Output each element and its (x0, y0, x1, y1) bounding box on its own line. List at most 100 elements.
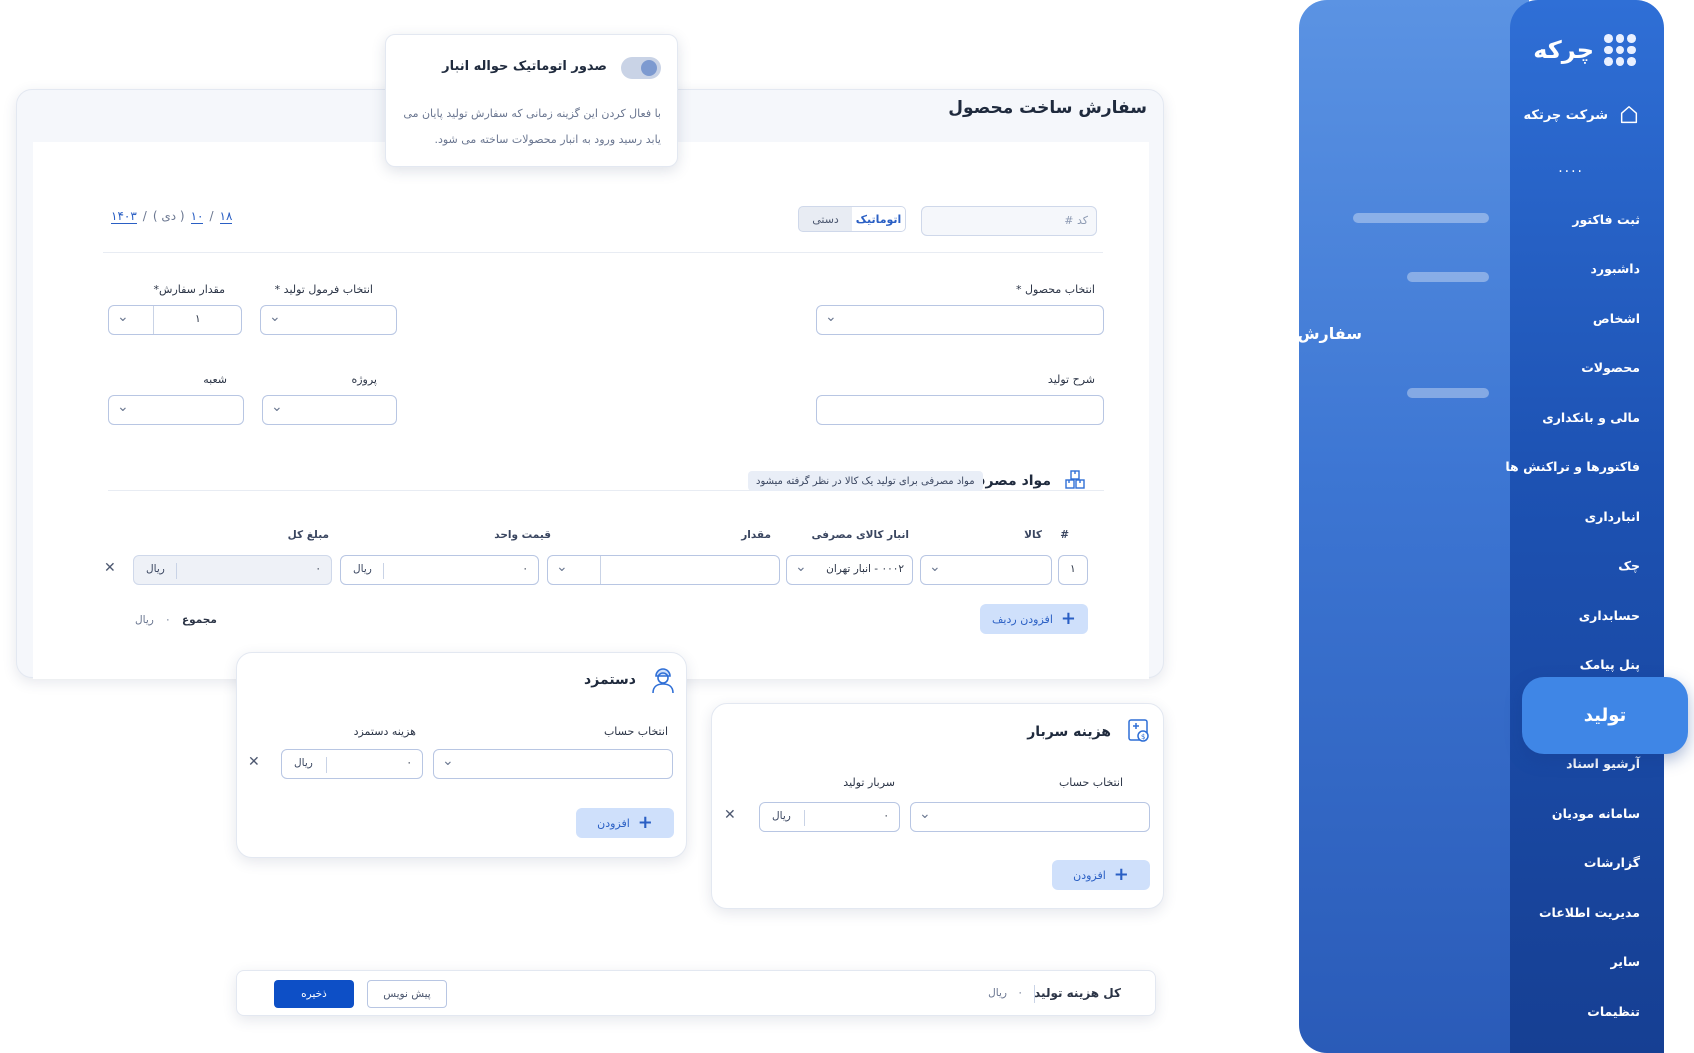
code-placeholder: # کد (1064, 214, 1088, 227)
total-currency: ریال (146, 563, 165, 575)
chevron-down-icon (825, 309, 837, 325)
warehouse-select[interactable]: ۰۰۰۲ - انبار تهران (786, 555, 913, 585)
sidebar-item-cheque[interactable]: چک (1618, 558, 1640, 573)
product-select[interactable] (816, 305, 1104, 335)
tooltip-body: با فعال کردن این گزینه زمانی که سفارش تو… (403, 107, 661, 146)
production-order-card: سفارش ساخت محصول # کد اتوماتیک دستی ۱۴۰۳… (16, 89, 1164, 679)
chevron-down-icon (442, 753, 454, 769)
remove-wage-icon[interactable]: ✕ (248, 754, 260, 770)
branch-label: شعبه (203, 373, 227, 386)
code-input[interactable]: # کد (921, 206, 1097, 236)
tooltip-title: صدور اتوماتیک حواله انبار (442, 59, 607, 74)
brand-logo[interactable]: چرکه (1533, 34, 1636, 66)
sub-nav-placeholder (1353, 213, 1489, 223)
sidebar-item-settings[interactable]: تنظیمات (1587, 1004, 1640, 1019)
auto-warehouse-toggle[interactable] (621, 57, 661, 79)
sidebar-item-transactions[interactable]: فاکتورها و تراکنش ها (1505, 459, 1640, 474)
unit-price-value: ۰ (522, 563, 528, 575)
total-cost-value: ۰ (1017, 987, 1023, 999)
mode-toggle[interactable]: اتوماتیک دستی (798, 206, 906, 232)
overhead-cost-label: سربار تولید (843, 776, 895, 789)
more-dots[interactable]: .... (1558, 160, 1584, 176)
wages-title: دستمزد (584, 672, 636, 688)
overhead-title: هزینه سربار (1027, 724, 1111, 740)
sub-nav-production-order[interactable]: سفارش تولید (1254, 324, 1362, 343)
total-output: ریال ۰ (133, 555, 332, 585)
remove-row-icon[interactable]: ✕ (104, 560, 116, 576)
mode-auto-option[interactable]: اتوماتیک (852, 207, 905, 231)
col-quantity: مقدار (741, 529, 771, 541)
sidebar-item-sms[interactable]: پنل پیامک (1580, 657, 1640, 672)
wages-account-label: انتخاب حساب (603, 725, 668, 738)
project-label: پروژه (351, 373, 377, 386)
sidebar-item-accounting[interactable]: حسابداری (1579, 608, 1640, 623)
sidebar-item-data[interactable]: مدیریت اطلاعات (1539, 905, 1640, 920)
sidebar-item-dashboard[interactable]: داشبورد (1590, 261, 1640, 276)
date-picker[interactable]: ۱۴۰۳ / ( دی ) ۱۰ / ۱۸ (111, 209, 233, 224)
sidebar-item-persons[interactable]: اشخاص (1593, 311, 1640, 326)
total-cost-label: کل هزینه تولید (1034, 986, 1121, 1000)
sub-nav-placeholder (1407, 272, 1489, 282)
unit-price-input[interactable]: ریال ۰ (340, 555, 539, 585)
item-select[interactable] (920, 555, 1052, 585)
form-body: # کد اتوماتیک دستی ۱۴۰۳ / ( دی ) ۱۰ / ۱۸… (33, 142, 1149, 679)
formula-label: انتخاب فرمول تولید * (274, 283, 373, 296)
quantity-unit-input[interactable] (547, 555, 780, 585)
overhead-add-button[interactable]: + افزودن (1052, 860, 1150, 890)
quantity-value: ۱ (195, 313, 201, 325)
overhead-cost-icon: $ (1128, 719, 1149, 742)
sidebar-item-invoice[interactable]: ثبت فاکتور (1572, 212, 1640, 227)
wages-account-select[interactable] (433, 749, 673, 779)
col-unit-price: قیمت واحد (494, 529, 551, 541)
branch-select[interactable] (108, 395, 244, 425)
chevron-down-icon (919, 806, 931, 822)
row-index: ۱ (1058, 555, 1088, 585)
wages-cost-label: هزینه دستمزد (353, 725, 416, 738)
sidebar-item-archive[interactable]: آرشیو اسناد (1566, 756, 1640, 771)
boxes-icon (1065, 470, 1085, 489)
sidebar-item-products[interactable]: محصولات (1581, 360, 1640, 375)
chevron-down-icon (117, 399, 129, 415)
col-warehouse: انبار کالای مصرفی (811, 529, 910, 541)
date-sep: / (209, 209, 214, 223)
company-selector[interactable]: شرکت چرتکه (1524, 104, 1641, 126)
col-item: کالا (1024, 529, 1042, 541)
materials-note: مواد مصرفی برای تولید یک کالا در نظر گرف… (748, 471, 983, 491)
sidebar-item-production[interactable]: تولید (1522, 677, 1688, 754)
date-month: ۱۰ (190, 209, 204, 224)
mode-manual-option[interactable]: دستی (799, 207, 852, 231)
overhead-cost-value: ۰ (883, 810, 889, 822)
wages-add-button[interactable]: + افزودن (576, 808, 674, 838)
formula-select[interactable] (260, 305, 397, 335)
sidebar-item-other[interactable]: سایر (1611, 954, 1640, 969)
overhead-account-select[interactable] (910, 802, 1150, 832)
quantity-input[interactable]: ۱ (108, 305, 242, 335)
remove-overhead-icon[interactable]: ✕ (724, 807, 736, 823)
total-value: ۰ (315, 563, 321, 575)
sidebar-item-reports[interactable]: گزارشات (1584, 855, 1640, 870)
auto-warehouse-tooltip: صدور اتوماتیک حواله انبار با فعال کردن ا… (385, 34, 678, 167)
overhead-currency: ریال (772, 810, 791, 822)
plus-icon: + (637, 812, 653, 833)
unit-price-currency: ریال (353, 563, 372, 575)
description-input[interactable] (816, 395, 1104, 425)
overhead-cost-input[interactable]: ریال ۰ (759, 802, 900, 832)
product-label: انتخاب محصول * (1016, 283, 1095, 296)
chevron-down-icon (929, 559, 941, 575)
project-select[interactable] (262, 395, 397, 425)
wages-cost-input[interactable]: ریال ۰ (281, 749, 423, 779)
sidebar-item-warehouse[interactable]: انبارداری (1585, 509, 1640, 524)
sidebar-item-finance[interactable]: مالی و بانکداری (1542, 410, 1640, 425)
sidebar-item-tax[interactable]: سامانه مودیان (1552, 806, 1640, 821)
date-sep: / (142, 209, 147, 223)
overhead-account-label: انتخاب حساب (1058, 776, 1123, 789)
sum-value: ۰ (165, 614, 171, 626)
description-label: شرح تولید (1047, 373, 1095, 386)
add-row-button[interactable]: + افزودن ردیف (980, 604, 1088, 634)
chevron-down-icon (795, 559, 807, 575)
sum-label: مجموع (182, 614, 217, 626)
draft-button[interactable]: پیش نویس (367, 980, 447, 1008)
wages-currency: ریال (294, 757, 313, 769)
save-button[interactable]: ذخیره (274, 980, 354, 1008)
sub-nav-placeholder (1407, 388, 1489, 398)
